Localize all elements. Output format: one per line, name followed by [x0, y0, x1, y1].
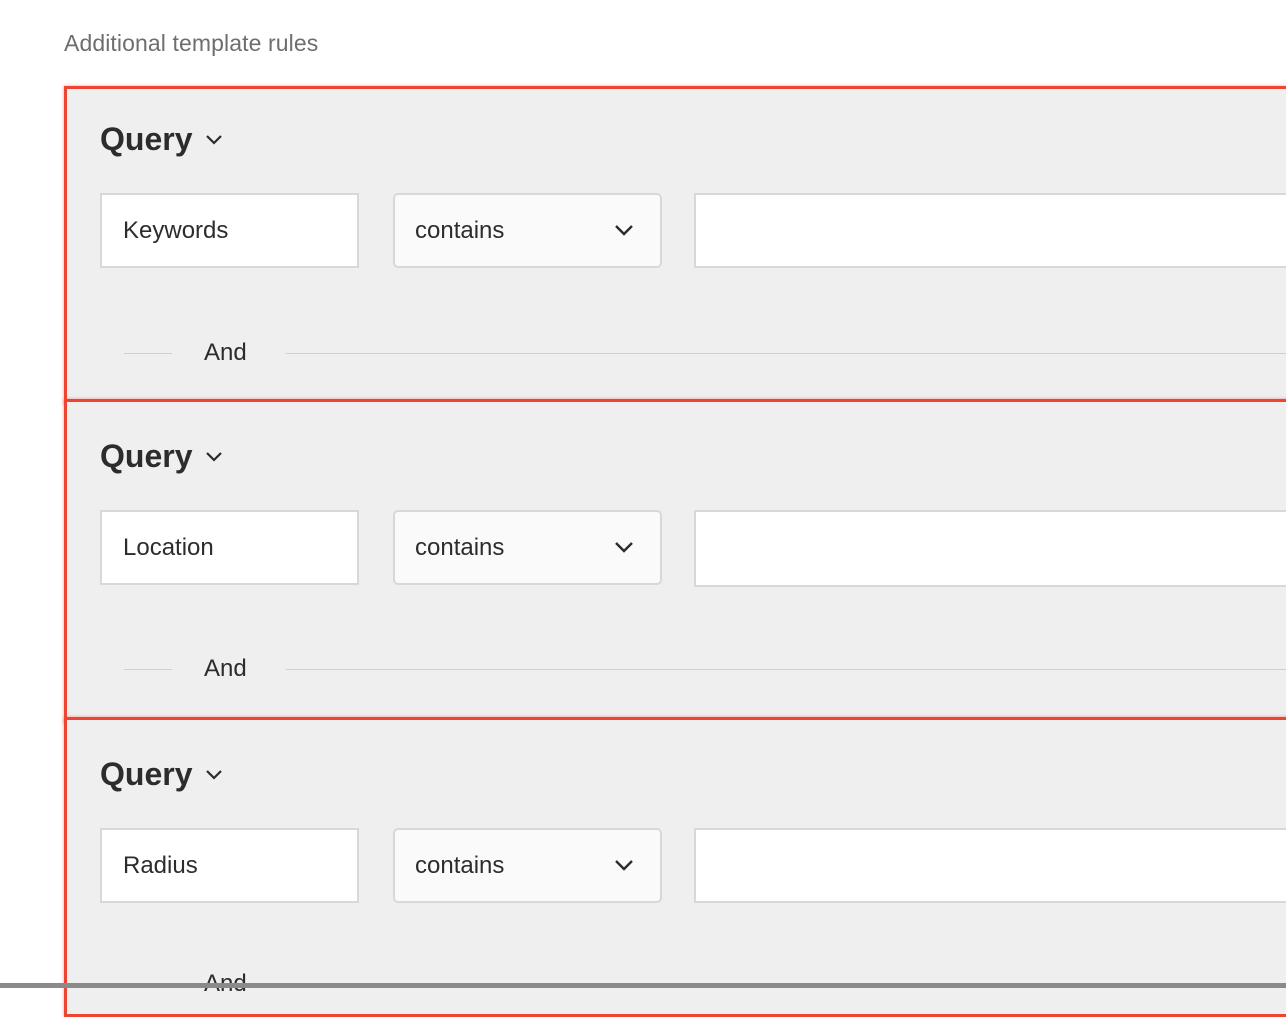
operator-select[interactable]: contains [393, 510, 662, 585]
field-name-input[interactable]: Keywords [100, 193, 359, 268]
operator-value: contains [415, 533, 505, 561]
field-name-input[interactable]: Radius [100, 828, 359, 903]
chevron-down-icon [615, 860, 633, 871]
chevron-down-icon [615, 225, 633, 236]
value-input[interactable] [694, 510, 1286, 587]
section-title: Additional template rules [64, 30, 319, 56]
and-divider: And [124, 339, 1286, 369]
query-rule-block: Query Location contains And [64, 399, 1286, 724]
query-header-toggle[interactable]: Query [100, 438, 224, 475]
and-divider: And [124, 655, 1286, 685]
and-connector-label: And [204, 339, 247, 366]
operator-value: contains [415, 851, 505, 879]
and-connector-label: And [204, 655, 247, 682]
operator-select[interactable]: contains [393, 828, 662, 903]
query-header-toggle[interactable]: Query [100, 756, 224, 793]
divider-line [286, 669, 1286, 670]
query-title: Query [100, 756, 193, 792]
operator-select[interactable]: contains [393, 193, 662, 268]
query-rule-block: Query Keywords contains And [64, 86, 1286, 405]
operator-value: contains [415, 216, 505, 244]
divider-line [124, 669, 172, 670]
query-title: Query [100, 121, 193, 157]
value-input[interactable] [694, 193, 1286, 268]
chevron-down-icon [206, 769, 223, 780]
field-name-text: Location [123, 533, 214, 561]
divider-line [124, 353, 172, 354]
chevron-down-icon [206, 134, 223, 145]
query-header-toggle[interactable]: Query [100, 121, 224, 158]
query-title: Query [100, 438, 193, 474]
field-name-input[interactable]: Location [100, 510, 359, 585]
chevron-down-icon [206, 451, 223, 462]
chevron-down-icon [615, 542, 633, 553]
field-name-text: Radius [123, 851, 198, 879]
divider-line [286, 353, 1286, 354]
field-name-text: Keywords [123, 216, 229, 244]
query-rule-block: Query Radius contains And [64, 717, 1286, 1017]
value-input[interactable] [694, 828, 1286, 903]
window-bottom-scrollbar[interactable] [0, 983, 1286, 988]
